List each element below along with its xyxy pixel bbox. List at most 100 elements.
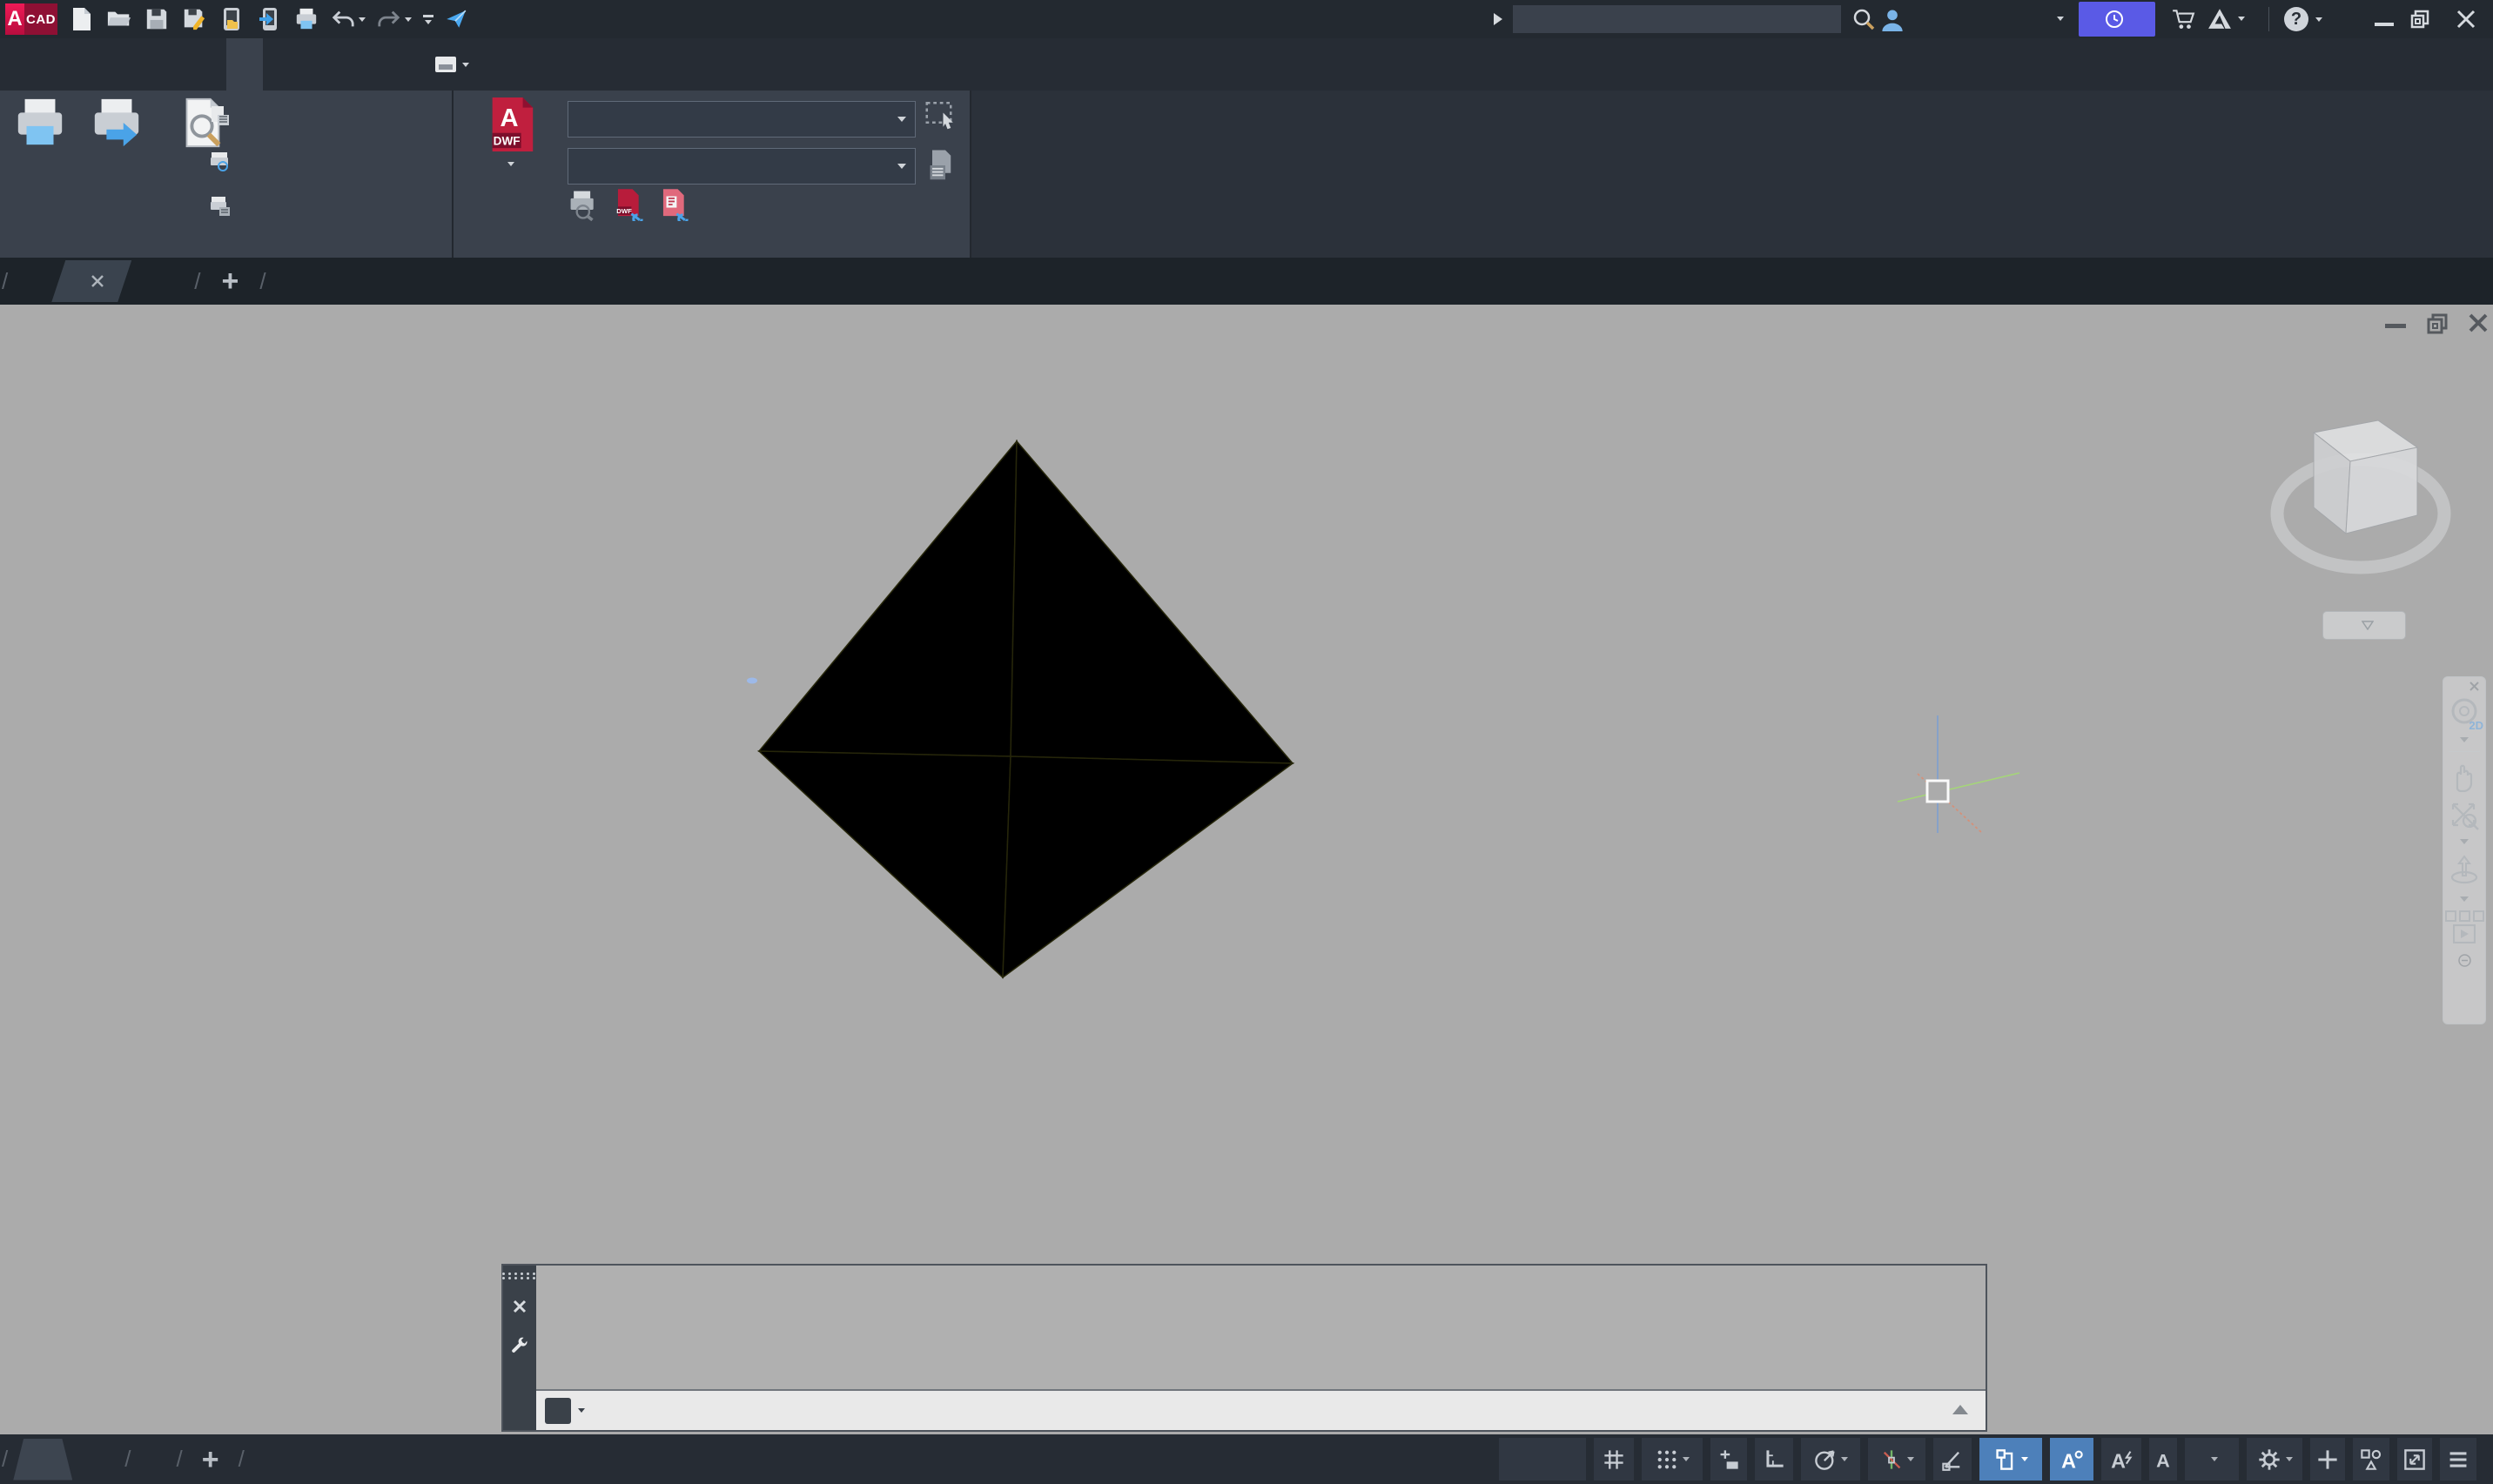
isolate-objects-button[interactable] [2353, 1438, 2389, 1481]
dwf-options-icon[interactable]: DWF [613, 188, 646, 221]
plot-button[interactable] [5, 96, 75, 153]
plotter-manager-item[interactable] [209, 191, 240, 221]
minimize-button[interactable] [2375, 23, 2394, 26]
preview-dwf-icon[interactable] [568, 188, 601, 221]
restore-button[interactable] [2409, 9, 2430, 30]
tab-output[interactable] [226, 38, 263, 91]
open-folder-icon[interactable] [106, 6, 132, 32]
view-cube[interactable] [2244, 396, 2470, 596]
plot-panel-title[interactable] [0, 232, 452, 256]
search-input[interactable] [1513, 5, 1841, 33]
new-layout-button[interactable]: + [202, 1445, 219, 1474]
pyramid-object[interactable] [759, 441, 1293, 977]
tab-view[interactable] [153, 38, 190, 91]
navbar-customize-icon[interactable] [2458, 954, 2471, 967]
viewcube-cube[interactable] [2314, 420, 2417, 534]
command-window[interactable] [501, 1264, 1987, 1432]
tab-add-ins[interactable] [263, 38, 299, 91]
export-button[interactable]: A DWF [471, 96, 551, 166]
save-icon[interactable] [144, 6, 170, 32]
model-tab[interactable] [13, 1439, 72, 1481]
redo-button[interactable] [377, 9, 412, 30]
page-setup-list-icon[interactable] [924, 148, 958, 183]
undo-button[interactable] [331, 9, 366, 30]
help-button[interactable]: ? [2284, 7, 2322, 31]
plot-icon[interactable] [293, 6, 319, 32]
wheel-menu-caret-icon[interactable] [2460, 737, 2469, 742]
command-expand-icon[interactable] [1952, 1405, 1968, 1414]
showmotion-icon[interactable] [2445, 910, 2484, 943]
snap-toggle[interactable] [1642, 1438, 1703, 1481]
wcs-menu[interactable] [2322, 611, 2406, 640]
annotation-autoscale-toggle[interactable]: A [2101, 1438, 2141, 1481]
recent-commands-caret-icon[interactable] [578, 1408, 585, 1413]
tab-home[interactable] [7, 38, 44, 91]
selection-cycling-toggle[interactable] [1979, 1438, 2042, 1481]
command-prompt-icon[interactable] [545, 1398, 571, 1424]
trial-clock-badge[interactable] [2079, 2, 2155, 37]
save-as-icon[interactable] [181, 6, 207, 32]
file-tab-drawing1[interactable] [51, 260, 131, 302]
close-button[interactable] [2455, 8, 2477, 30]
export-type-select[interactable] [568, 101, 916, 138]
autocad-logo-icon[interactable]: ACAD [5, 3, 57, 35]
page-setup-manager-item[interactable] [209, 101, 240, 131]
zoom-menu-caret-icon[interactable] [2460, 839, 2469, 844]
polar-tracking-toggle[interactable] [1801, 1438, 1860, 1481]
command-settings-wrench-icon[interactable] [510, 1337, 529, 1356]
tab-insert[interactable] [44, 38, 80, 91]
drag-grip-icon[interactable] [502, 1272, 537, 1279]
export-panel-title[interactable] [454, 232, 970, 256]
save-to-web-icon[interactable] [256, 6, 282, 32]
batch-plot-button[interactable] [78, 96, 155, 153]
search-icon[interactable] [1851, 7, 1877, 33]
clean-screen-button[interactable] [2397, 1438, 2432, 1481]
annotation-scale-icon-tile[interactable]: A [2149, 1438, 2177, 1481]
share-button[interactable] [445, 8, 474, 30]
view-details-item[interactable] [209, 146, 240, 176]
undo-caret-icon[interactable] [359, 17, 366, 22]
annotation-visibility-toggle[interactable]: A [2050, 1438, 2093, 1481]
tab-collaborate[interactable] [299, 38, 336, 91]
navigation-bar[interactable]: 2D [2443, 676, 2486, 1024]
object-snap-toggle[interactable] [1933, 1438, 1972, 1481]
steering-wheel-icon[interactable]: 2D [2449, 697, 2480, 729]
qat-customize-button[interactable] [423, 15, 433, 24]
dynamic-input-toggle[interactable] [1710, 1438, 1747, 1481]
customization-button[interactable] [2440, 1438, 2476, 1481]
orbit-menu-caret-icon[interactable] [2460, 896, 2469, 902]
autodesk-app-button[interactable] [2207, 8, 2245, 29]
open-from-web-icon[interactable] [218, 6, 245, 32]
page-setup-select[interactable] [568, 148, 916, 185]
navbar-close-icon[interactable] [2469, 681, 2480, 692]
command-close-icon[interactable] [512, 1299, 527, 1314]
new-drawing-button[interactable]: + [221, 266, 239, 296]
drawing-viewport[interactable]: 2D [0, 305, 2493, 1434]
search-expand-icon[interactable] [1494, 13, 1502, 25]
ribbon-display-toggle[interactable] [435, 57, 469, 72]
orbit-icon[interactable] [2448, 853, 2481, 890]
file-tab-close-icon[interactable] [90, 273, 105, 289]
grid-toggle[interactable] [1594, 1438, 1634, 1481]
object-snap-tracking-toggle[interactable] [1868, 1438, 1925, 1481]
user-avatar-icon[interactable] [1880, 7, 1905, 31]
select-window-icon[interactable] [924, 97, 958, 132]
tab-parametric[interactable] [117, 38, 153, 91]
tab-annotate[interactable] [80, 38, 117, 91]
tab-express-tools[interactable] [336, 38, 373, 91]
workspace-switching-button[interactable] [2247, 1438, 2302, 1481]
cart-icon[interactable] [2171, 8, 2195, 30]
redo-caret-icon[interactable] [405, 17, 412, 22]
user-menu-caret-icon[interactable] [2057, 17, 2064, 21]
command-window-grip[interactable] [503, 1266, 536, 1430]
zoom-extents-icon[interactable] [2448, 799, 2481, 832]
tab-featured-apps[interactable] [373, 38, 409, 91]
annotation-monitor-button[interactable] [2310, 1438, 2345, 1481]
pan-icon[interactable] [2449, 757, 2480, 792]
ortho-toggle[interactable] [1755, 1438, 1793, 1481]
new-file-icon[interactable] [69, 6, 95, 32]
model-space-toggle[interactable] [1499, 1438, 1586, 1481]
pdf-options-icon[interactable] [658, 188, 691, 221]
command-history[interactable] [536, 1266, 1986, 1389]
tab-manage[interactable] [190, 38, 226, 91]
